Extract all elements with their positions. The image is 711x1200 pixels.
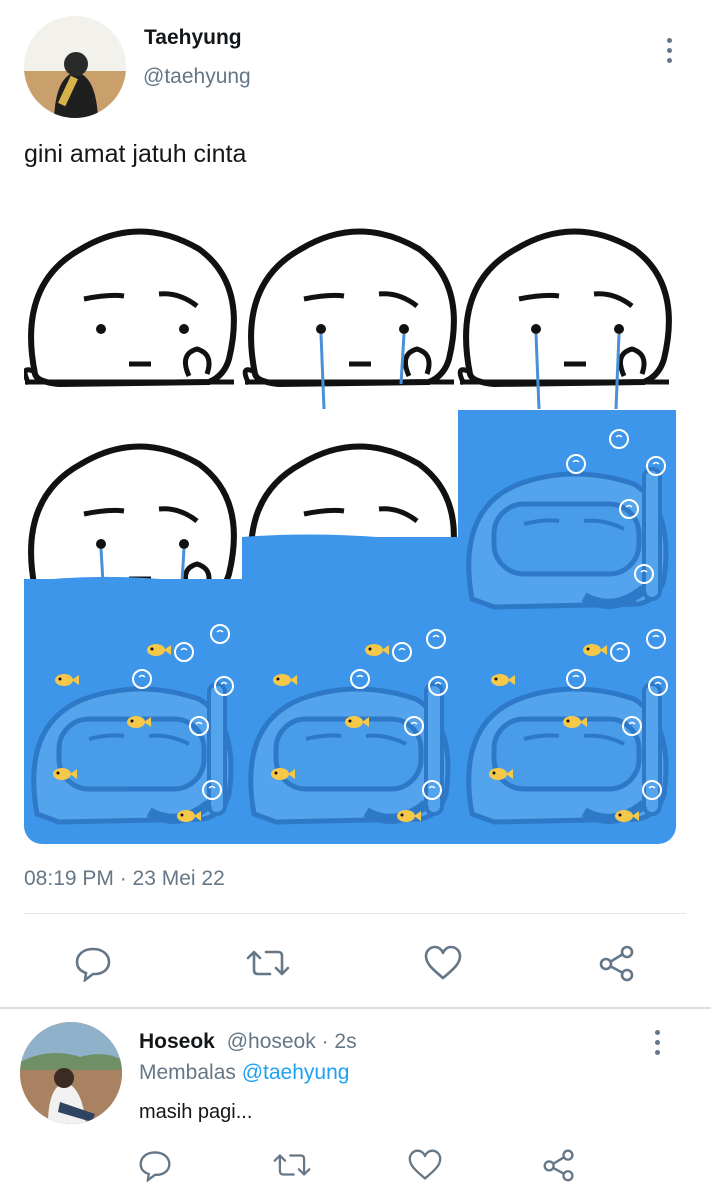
reply-avatar[interactable] bbox=[20, 1022, 122, 1124]
reply-text: masih pagi... bbox=[139, 1101, 253, 1123]
like-icon[interactable] bbox=[422, 942, 464, 984]
divider bbox=[0, 1007, 711, 1009]
reply-like-icon[interactable] bbox=[406, 1146, 444, 1184]
divider bbox=[24, 913, 686, 914]
reply-retweet-icon[interactable] bbox=[272, 1146, 312, 1184]
replying-to-link[interactable]: @taehyung bbox=[242, 1061, 350, 1084]
reply-share-icon[interactable] bbox=[540, 1146, 578, 1184]
tweet-text: gini amat jatuh cinta bbox=[24, 140, 247, 168]
reply-icon[interactable] bbox=[72, 942, 114, 984]
share-icon[interactable] bbox=[596, 942, 638, 984]
author-handle[interactable]: @taehyung bbox=[143, 65, 251, 89]
reply-reply-icon[interactable] bbox=[136, 1146, 174, 1184]
reply-author-name[interactable]: Hoseok bbox=[139, 1030, 215, 1053]
tweet-media[interactable] bbox=[24, 194, 676, 844]
meme-grid-image bbox=[24, 194, 676, 844]
replying-prefix: Membalas bbox=[139, 1061, 236, 1084]
tweet-timestamp[interactable]: 08:19 PM · 23 Mei 22 bbox=[24, 867, 225, 891]
reply-more-options-icon[interactable] bbox=[642, 1022, 672, 1062]
reply-author-handle[interactable]: @hoseok bbox=[227, 1030, 316, 1053]
author-name[interactable]: Taehyung bbox=[144, 26, 242, 50]
reply-time: · 2s bbox=[321, 1030, 357, 1053]
more-options-icon[interactable] bbox=[654, 30, 684, 70]
reply-header: Hoseok @hoseok · 2s bbox=[139, 1030, 357, 1054]
replying-to-line: Membalas @taehyung bbox=[139, 1061, 349, 1085]
retweet-icon[interactable] bbox=[245, 942, 291, 984]
author-avatar[interactable] bbox=[24, 16, 126, 118]
